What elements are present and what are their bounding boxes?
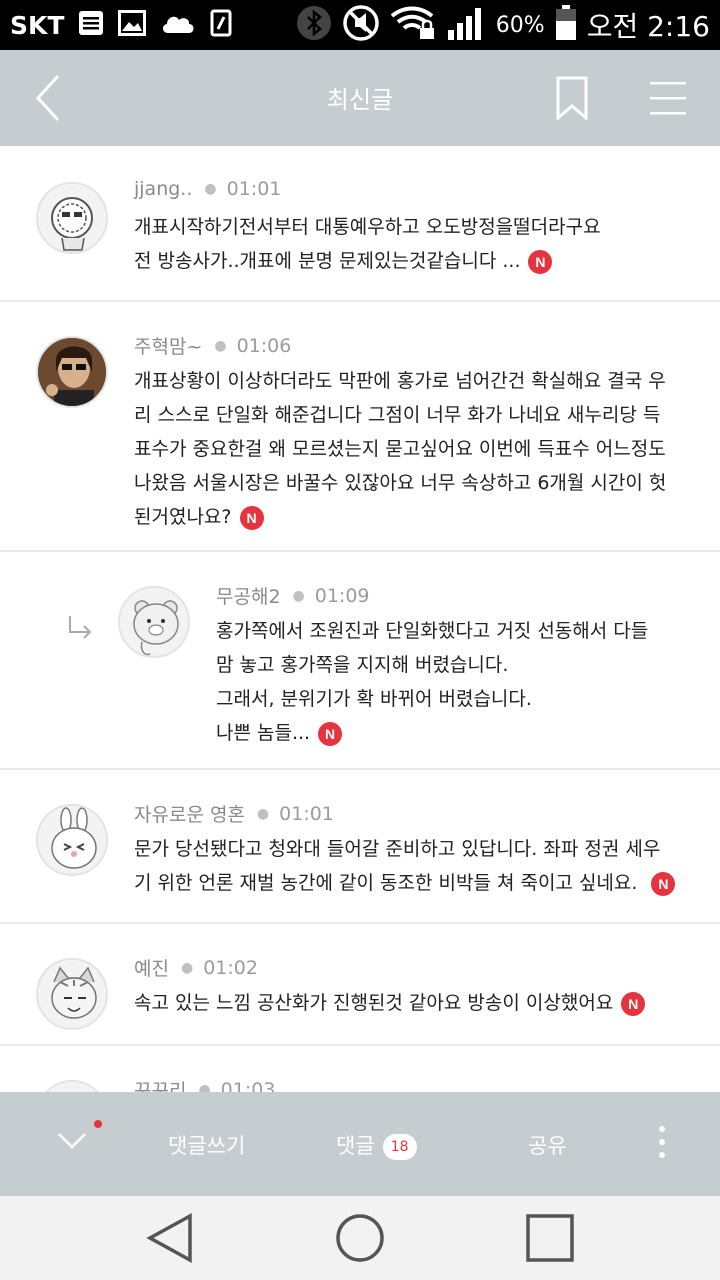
comment-body: 홍가쪽에서 조원진과 단일화했다고 거짓 선동해서 다들 맘 놓고 홍가쪽을 지…: [216, 614, 696, 750]
bluetooth-icon: [296, 5, 332, 45]
battery-percent: 60%: [495, 12, 545, 38]
comment-line: 개표상황이 이상하더라도 막판에 홍가로 넘어간건 확실해요 결국 우: [134, 370, 666, 392]
wifi-lock-icon: [390, 6, 436, 44]
separator-dot: ●: [292, 587, 305, 604]
cat-avatar[interactable]: [36, 958, 108, 1030]
mute-icon: [342, 4, 380, 46]
menu-icon[interactable]: [650, 78, 686, 118]
comment-time: 01:01: [226, 178, 282, 200]
photo-avatar[interactable]: [36, 336, 108, 408]
gallery-icon: [118, 10, 147, 40]
separator-dot: ●: [198, 1081, 211, 1093]
comment-item[interactable]: jjang.. ● 01:01 개표시작하기전서부터 대통예우하고 오도방정을떨…: [0, 148, 720, 302]
comment-time: 01:03: [220, 1078, 276, 1093]
status-bar: SKT 60% 오전 2:16: [0, 0, 720, 50]
new-badge: N: [318, 721, 343, 746]
back-triangle-icon[interactable]: [144, 1210, 200, 1266]
rabbit-avatar[interactable]: [36, 804, 108, 876]
bear-avatar[interactable]: [118, 586, 190, 658]
comment-time: 01:01: [279, 802, 334, 825]
comment-line: 개표시작하기전서부터 대통예우하고 오도방정을떨더라구요: [134, 216, 601, 238]
comment-time: 01:02: [203, 956, 258, 979]
comment-line: 속고 있는 느낌 공산화가 진행된것 같아요 방송이 이상했어요: [134, 992, 614, 1014]
bookmark-icon[interactable]: [556, 76, 588, 122]
notification-dot: [94, 1120, 102, 1128]
reply-arrow-icon: [66, 614, 94, 640]
comment-line: 그래서, 분위기가 확 바뀌어 버렸습니다.: [216, 688, 532, 710]
comment-line: 된거였나요?: [134, 506, 232, 528]
cloud-icon: [160, 11, 196, 39]
comment-author[interactable]: 주혁맘~: [134, 332, 202, 359]
write-comment-button[interactable]: 댓글쓰기: [168, 1130, 245, 1160]
new-badge: N: [239, 505, 264, 530]
comment-item[interactable]: 예진 ● 01:02 속고 있는 느낌 공산화가 진행된것 같아요 방송이 이상…: [0, 924, 720, 1046]
comment-item[interactable]: 꾸꾸리 ● 01:03: [0, 1046, 720, 1092]
new-badge: N: [621, 991, 646, 1016]
navigation-bar: [0, 1196, 720, 1280]
chevron-down-icon[interactable]: [56, 1128, 88, 1154]
comment-body: 문가 당선됐다고 청와대 들어갈 준비하고 있답니다. 좌파 정권 세우 기 위…: [134, 832, 704, 900]
signal-icon: [446, 6, 486, 44]
comment-time: 01:09: [314, 584, 370, 607]
comment-author[interactable]: 예진: [134, 954, 169, 981]
comment-line: 표수가 중요한걸 왜 모르셨는지 묻고싶어요 이번에 득표수 어느정도: [134, 438, 666, 460]
comment-author[interactable]: 무공해2: [216, 582, 281, 609]
home-circle-icon[interactable]: [332, 1210, 388, 1266]
battery-icon: [555, 5, 577, 45]
character-avatar[interactable]: [36, 182, 108, 254]
recents-square-icon[interactable]: [522, 1210, 578, 1266]
separator-dot: ●: [180, 959, 194, 976]
comment-author[interactable]: 자유로운 영혼: [134, 800, 245, 827]
comment-author[interactable]: jjang..: [134, 178, 192, 200]
comments-button[interactable]: 댓글 18: [336, 1130, 417, 1160]
comment-line: 홍가쪽에서 조원진과 단일화했다고 거짓 선동해서 다들: [216, 620, 649, 642]
comment-body: 개표상황이 이상하더라도 막판에 홍가로 넘어간건 확실해요 결국 우 리 스스…: [134, 364, 704, 534]
app-header: 최신글: [0, 50, 720, 146]
sim-icon: [210, 9, 232, 41]
comment-line: 나쁜 놈들...: [216, 722, 311, 744]
share-button[interactable]: 공유: [528, 1130, 567, 1160]
notes-icon: [78, 10, 104, 40]
carrier-label: SKT: [10, 10, 65, 40]
comment-body: 개표시작하기전서부터 대통예우하고 오도방정을떨더라구요 전 방송사가..개표에…: [134, 210, 694, 278]
comments-count-badge: 18: [382, 1134, 417, 1160]
screen: SKT 60% 오전 2:16 최신글 jjang.. ● 01:01 개표시작…: [0, 0, 720, 1280]
comments-label: 댓글: [336, 1134, 375, 1158]
comment-line: 리 스스로 단일화 해준겁니다 그점이 너무 화가 나네요 새누리당 득: [134, 404, 661, 426]
comment-line: 기 위한 언론 재벌 농간에 같이 동조한 비박들 쳐 죽이고 싶네요.: [134, 872, 638, 894]
comment-action-bar: 댓글쓰기 댓글 18 공유: [0, 1092, 720, 1196]
separator-dot: ●: [204, 181, 217, 197]
comment-body: 속고 있는 느낌 공산화가 진행된것 같아요 방송이 이상했어요 N: [134, 986, 704, 1020]
more-vertical-icon[interactable]: [654, 1124, 670, 1160]
reply-item[interactable]: 무공해2 ● 01:09 홍가쪽에서 조원진과 단일화했다고 거짓 선동해서 다…: [0, 552, 720, 770]
comment-list[interactable]: jjang.. ● 01:01 개표시작하기전서부터 대통예우하고 오도방정을떨…: [0, 148, 720, 1092]
clock: 오전 2:16: [586, 10, 710, 43]
separator-dot: ●: [214, 337, 227, 354]
comment-line: 나왔음 서울시장은 바꿀수 있잖아요 너무 속상하고 6개월 시간이 헛: [134, 472, 667, 494]
comment-item[interactable]: 주혁맘~ ● 01:06 개표상황이 이상하더라도 막판에 홍가로 넘어간건 확…: [0, 302, 720, 552]
comment-author[interactable]: 꾸꾸리: [134, 1076, 186, 1092]
comment-item[interactable]: 자유로운 영혼 ● 01:01 문가 당선됐다고 청와대 들어갈 준비하고 있답…: [0, 770, 720, 924]
comment-time: 01:06: [236, 334, 292, 357]
new-badge: N: [651, 871, 676, 896]
separator-dot: ●: [256, 805, 270, 822]
comment-line: 전 방송사가..개표에 분명 문제있는것같습니다 ...: [134, 250, 521, 272]
page-title: 최신글: [326, 86, 394, 114]
comment-line: 문가 당선됐다고 청와대 들어갈 준비하고 있답니다. 좌파 정권 세우: [134, 838, 661, 860]
character-avatar[interactable]: [36, 1080, 108, 1092]
new-badge: N: [528, 249, 553, 274]
comment-line: 맘 놓고 홍가쪽을 지지해 버렸습니다.: [216, 654, 509, 676]
